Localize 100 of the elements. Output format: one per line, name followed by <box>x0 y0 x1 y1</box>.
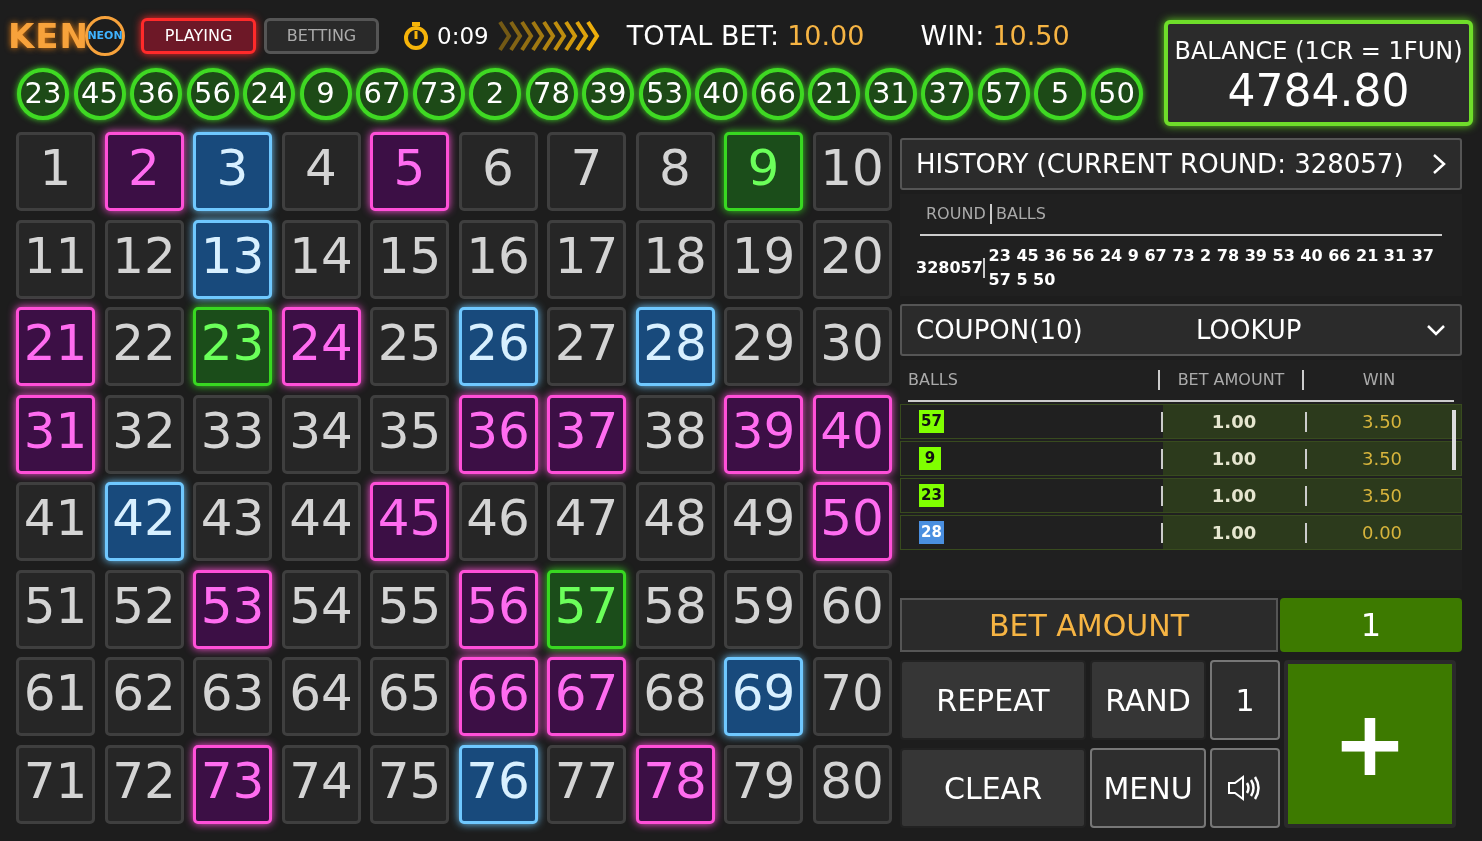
number-tile[interactable]: 16 <box>458 219 538 299</box>
mode-tab[interactable]: PLAYING <box>141 18 257 54</box>
number-tile[interactable]: 48 <box>635 482 715 561</box>
number-tile[interactable]: 46 <box>458 482 538 561</box>
number-tile[interactable]: 34 <box>281 394 361 474</box>
number-tile[interactable]: 5 <box>370 132 449 211</box>
number-tile[interactable]: 43 <box>193 482 272 561</box>
number-tile[interactable]: 22 <box>104 307 184 386</box>
number-tile[interactable]: 2 <box>104 132 184 211</box>
number-tile[interactable]: 38 <box>635 394 715 474</box>
number-tile[interactable]: 20 <box>812 219 892 299</box>
number-tile[interactable]: 39 <box>724 394 803 474</box>
number-tile[interactable]: 30 <box>812 307 892 386</box>
number-tile[interactable]: 79 <box>724 744 803 824</box>
number-tile[interactable]: 6 <box>458 132 538 211</box>
number-tile[interactable]: 55 <box>370 569 449 649</box>
number-tile[interactable]: 62 <box>104 657 184 736</box>
number-tile[interactable]: 36 <box>458 394 538 474</box>
number-tile[interactable]: 37 <box>547 394 626 474</box>
mode-tab[interactable]: BETTING <box>264 18 380 54</box>
number-tile[interactable]: 70 <box>812 657 892 736</box>
number-tile[interactable]: 4 <box>281 132 361 211</box>
number-tile[interactable]: 80 <box>812 744 892 824</box>
number-tile[interactable]: 17 <box>547 219 626 299</box>
coupon-header[interactable]: COUPON(10) LOOKUP <box>900 304 1462 356</box>
number-tile[interactable]: 59 <box>724 569 803 649</box>
number-tile[interactable]: 65 <box>370 657 449 736</box>
number-tile[interactable]: 57 <box>547 569 626 649</box>
number-tile[interactable]: 32 <box>104 394 184 474</box>
number-tile[interactable]: 13 <box>193 219 272 299</box>
number-tile[interactable]: 8 <box>635 132 715 211</box>
number-tile[interactable]: 15 <box>370 219 449 299</box>
number-tile[interactable]: 31 <box>16 394 95 474</box>
bet-amount-field[interactable]: 1 <box>1280 598 1462 652</box>
number-tile[interactable]: 76 <box>458 744 538 824</box>
number-tile[interactable]: 18 <box>635 219 715 299</box>
number-tile[interactable]: 7 <box>547 132 626 211</box>
number-tile[interactable]: 52 <box>104 569 184 649</box>
number-tile[interactable]: 3 <box>193 132 272 211</box>
drawn-ball: 53 <box>638 68 691 120</box>
number-tile[interactable]: 54 <box>281 569 361 649</box>
drawn-ball: 24 <box>243 68 295 120</box>
repeat-button[interactable]: REPEAT <box>900 660 1086 740</box>
number-tile[interactable]: 60 <box>812 569 892 649</box>
plus-button[interactable]: + <box>1284 660 1456 828</box>
count-button[interactable]: 1 <box>1210 660 1280 740</box>
number-tile[interactable]: 71 <box>16 744 95 824</box>
number-tile[interactable]: 29 <box>724 307 803 386</box>
table-cell-text: 3.50 <box>1360 410 1404 434</box>
number-tile[interactable]: 28 <box>635 307 715 386</box>
number-tile[interactable]: 12 <box>104 219 184 299</box>
number-tile[interactable]: 1 <box>16 132 95 211</box>
clear-button[interactable]: CLEAR <box>900 748 1086 828</box>
number-tile[interactable]: 56 <box>458 569 538 649</box>
rand-button[interactable]: RAND <box>1090 660 1206 740</box>
number-tile[interactable]: 33 <box>193 394 272 474</box>
number-tile[interactable]: 74 <box>281 744 361 824</box>
number-tile[interactable]: 78 <box>635 744 715 824</box>
number-tile[interactable]: 35 <box>370 394 449 474</box>
number-tile[interactable]: 47 <box>547 482 626 561</box>
number-tile[interactable]: 58 <box>635 569 715 649</box>
number-tile[interactable]: 68 <box>635 657 715 736</box>
scrollbar[interactable] <box>1452 410 1456 470</box>
sound-button[interactable] <box>1210 748 1280 828</box>
number-tile[interactable]: 44 <box>281 482 361 561</box>
number-tile[interactable]: 50 <box>812 482 892 561</box>
number-tile[interactable]: 69 <box>724 657 803 736</box>
logo-badge: NEON <box>85 16 126 56</box>
number-tile[interactable]: 26 <box>458 307 538 386</box>
number-tile[interactable]: 45 <box>370 482 449 561</box>
number-tile[interactable]: 27 <box>547 307 626 386</box>
number-tile[interactable]: 9 <box>724 132 803 211</box>
number-tile[interactable]: 40 <box>812 394 892 474</box>
number-tile[interactable]: 66 <box>458 657 538 736</box>
number-tile[interactable]: 41 <box>16 482 95 561</box>
number-tile[interactable]: 23 <box>193 307 272 386</box>
number-tile[interactable]: 19 <box>724 219 803 299</box>
number-tile[interactable]: 72 <box>104 744 184 824</box>
number-tile[interactable]: 42 <box>104 482 184 561</box>
number-tile[interactable]: 21 <box>16 307 95 386</box>
number-tile[interactable]: 53 <box>193 569 272 649</box>
number-tile[interactable]: 61 <box>16 657 95 736</box>
drawn-ball: 78 <box>525 68 578 120</box>
number-tile[interactable]: 73 <box>193 744 272 824</box>
number-tile[interactable]: 75 <box>370 744 449 824</box>
number-tile[interactable]: 25 <box>370 307 449 386</box>
number-tile[interactable]: 51 <box>16 569 95 649</box>
menu-button[interactable]: MENU <box>1090 748 1206 828</box>
number-tile[interactable]: 49 <box>724 482 803 561</box>
number-tile[interactable]: 64 <box>281 657 361 736</box>
number-tile[interactable]: 77 <box>547 744 626 824</box>
history-header[interactable]: HISTORY (CURRENT ROUND: 328057) <box>900 138 1462 190</box>
number-tile[interactable]: 63 <box>193 657 272 736</box>
number-tile[interactable]: 14 <box>281 219 361 299</box>
number-tile[interactable]: 11 <box>16 219 95 299</box>
number-tile[interactable]: 67 <box>547 657 626 736</box>
number-tile[interactable]: 10 <box>812 132 892 211</box>
drawn-ball: 57 <box>977 68 1030 120</box>
table-cell-text: 23 45 36 56 24 9 67 73 2 78 39 53 40 66 21 31 37 57 5 50 <box>988 245 1435 291</box>
number-tile[interactable]: 24 <box>281 307 361 386</box>
